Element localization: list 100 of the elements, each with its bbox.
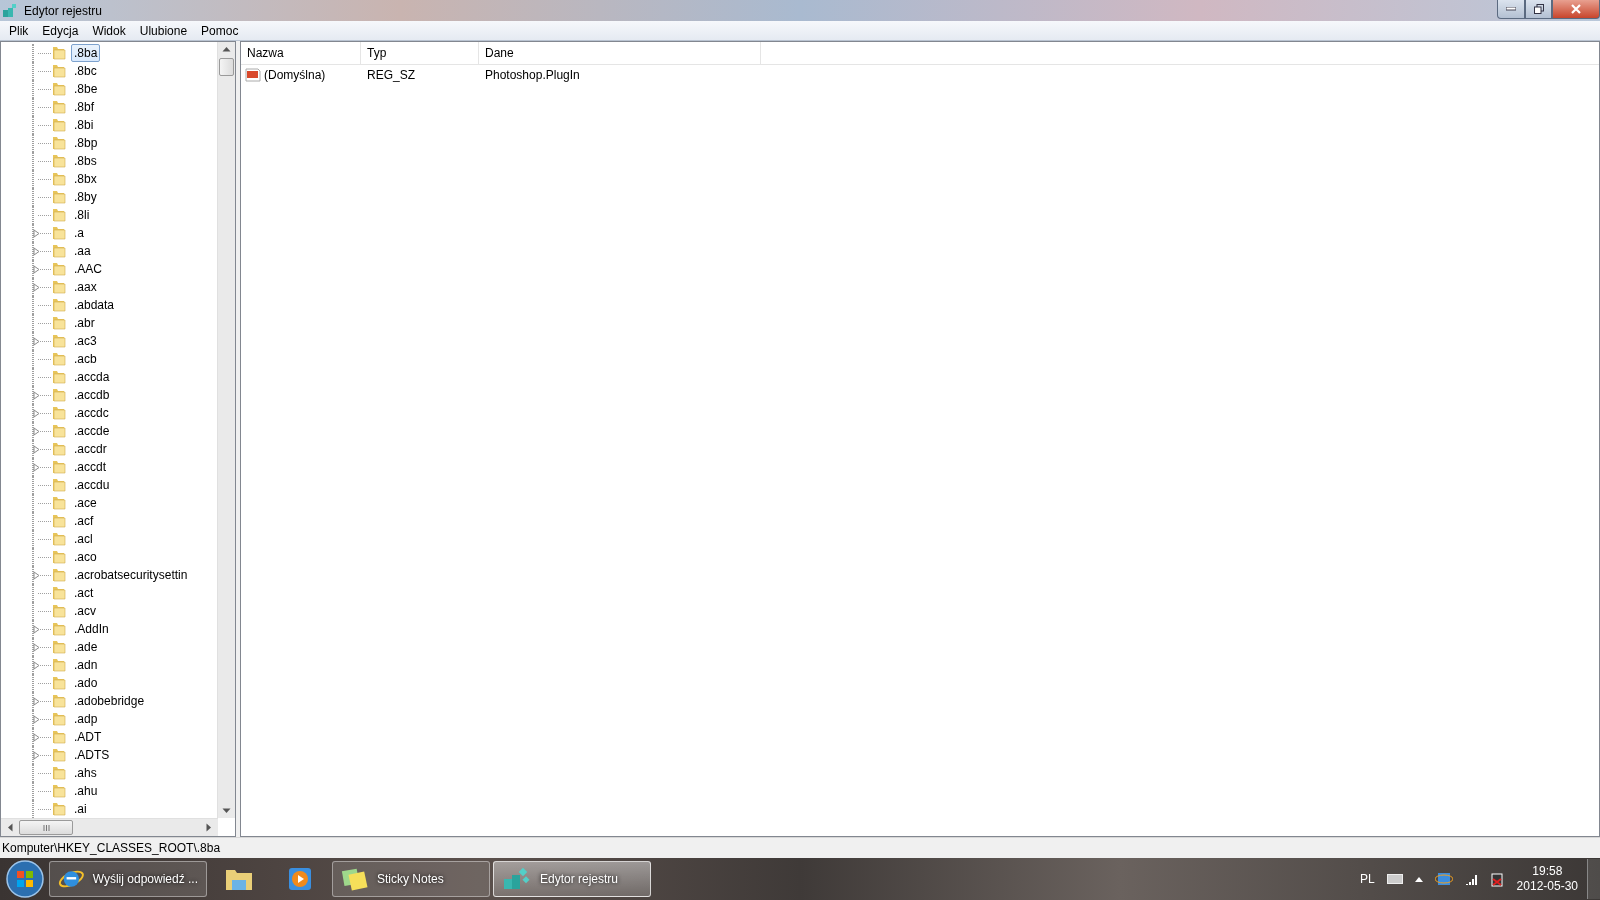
folder-icon xyxy=(51,171,67,187)
keyboard-icon[interactable] xyxy=(1386,874,1403,884)
folder-icon xyxy=(51,153,67,169)
up-arrow-icon[interactable] xyxy=(1414,876,1423,882)
expand-icon[interactable] xyxy=(33,426,40,436)
scroll-thumb[interactable] xyxy=(19,820,73,835)
tree-item[interactable]: .ADT xyxy=(71,728,105,746)
tree-item[interactable]: .accda xyxy=(71,368,113,386)
tree-item[interactable]: .abdata xyxy=(71,296,118,314)
tree-item[interactable]: .8bc xyxy=(71,62,100,80)
menu-item[interactable]: Edycja xyxy=(35,23,86,38)
tree-item[interactable]: .8ba xyxy=(71,44,101,62)
expand-icon[interactable] xyxy=(33,624,40,634)
taskbar-button[interactable]: Sticky Notes xyxy=(332,861,490,897)
expand-icon[interactable] xyxy=(33,408,40,418)
expand-icon[interactable] xyxy=(33,660,40,670)
column-header[interactable]: Dane xyxy=(479,42,761,64)
tree-item[interactable]: .aa xyxy=(71,242,94,260)
tree-item[interactable]: .8li xyxy=(71,206,93,224)
tree-item[interactable]: .ahu xyxy=(71,782,101,800)
tree-item[interactable]: .ado xyxy=(71,674,101,692)
tree-item[interactable]: .8bi xyxy=(71,116,97,134)
folder-icon xyxy=(51,549,67,565)
expand-icon[interactable] xyxy=(33,642,40,652)
expand-icon[interactable] xyxy=(33,246,40,256)
tree-item[interactable]: .ADTS xyxy=(71,746,113,764)
menu-item[interactable]: Ulubione xyxy=(132,23,195,38)
folder-icon xyxy=(51,585,67,601)
tree-item[interactable]: .8bp xyxy=(71,134,101,152)
expand-icon[interactable] xyxy=(33,228,40,238)
tree-item[interactable]: .8be xyxy=(71,80,101,98)
battery-icon[interactable] xyxy=(1490,871,1505,887)
play-icon[interactable] xyxy=(288,867,312,891)
scroll-right-icon[interactable] xyxy=(206,823,212,832)
clock[interactable]: 19:58 2012-05-30 xyxy=(1516,864,1578,894)
folder-icon xyxy=(51,693,67,709)
tree-item[interactable]: .ai xyxy=(71,800,90,818)
grip-icon xyxy=(42,824,50,831)
expand-icon[interactable] xyxy=(33,750,40,760)
close-button[interactable] xyxy=(1552,0,1600,19)
tree-item[interactable]: .accdc xyxy=(71,404,112,422)
tree-item[interactable]: .8by xyxy=(71,188,100,206)
column-header[interactable]: Nazwa xyxy=(241,42,361,64)
tree-item[interactable]: .adp xyxy=(71,710,101,728)
menu-item[interactable]: Pomoc xyxy=(194,23,246,38)
minimize-button[interactable] xyxy=(1497,0,1525,19)
language-indicator[interactable]: PL xyxy=(1359,872,1375,886)
tree-item[interactable]: .accdt xyxy=(71,458,109,476)
scroll-thumb[interactable] xyxy=(219,58,234,76)
tree-item[interactable]: .acrobatsecuritysettin xyxy=(71,566,191,584)
tree-item[interactable]: .a xyxy=(71,224,87,242)
tree-item[interactable]: .acb xyxy=(71,350,100,368)
tree-item[interactable]: .acl xyxy=(71,530,96,548)
expand-icon[interactable] xyxy=(33,282,40,292)
expand-icon[interactable] xyxy=(33,732,40,742)
column-header[interactable]: Typ xyxy=(361,42,479,64)
signal-icon[interactable] xyxy=(1464,873,1479,885)
tree-item[interactable]: .8bs xyxy=(71,152,100,170)
start-button[interactable] xyxy=(4,859,46,899)
tree-item[interactable]: .adn xyxy=(71,656,101,674)
tree-item[interactable]: .8bx xyxy=(71,170,100,188)
show-desktop-button[interactable] xyxy=(1587,859,1600,899)
tree-item[interactable]: .aco xyxy=(71,548,100,566)
tree-item[interactable]: .AAC xyxy=(71,260,105,278)
tree-item[interactable]: .accde xyxy=(71,422,113,440)
taskbar-button[interactable]: Wyślij odpowiedź ... xyxy=(49,861,207,897)
folder-icon xyxy=(51,657,67,673)
tree-item[interactable]: .8bf xyxy=(71,98,97,116)
horizontal-scrollbar[interactable] xyxy=(1,818,218,836)
tree-item[interactable]: .ahs xyxy=(71,764,100,782)
tree-item[interactable]: .acv xyxy=(71,602,99,620)
tree-item[interactable]: .accdb xyxy=(71,386,113,404)
tree-item[interactable]: .adobebridge xyxy=(71,692,148,710)
tree-item[interactable]: .AddIn xyxy=(71,620,112,638)
menu-item[interactable]: Widok xyxy=(85,23,133,38)
tree-item[interactable]: .accdr xyxy=(71,440,110,458)
scroll-left-icon[interactable] xyxy=(7,823,13,832)
expand-icon[interactable] xyxy=(33,696,40,706)
tree-item[interactable]: .acf xyxy=(71,512,97,530)
taskbar-button[interactable]: Edytor rejestru xyxy=(493,861,651,897)
tree-item[interactable]: .ac3 xyxy=(71,332,100,350)
expand-icon[interactable] xyxy=(33,462,40,472)
expand-icon[interactable] xyxy=(33,570,40,580)
folder-icon xyxy=(51,351,67,367)
tree-item[interactable]: .abr xyxy=(71,314,98,332)
expand-icon[interactable] xyxy=(33,264,40,274)
expand-icon[interactable] xyxy=(33,714,40,724)
tree-item[interactable]: .accdu xyxy=(71,476,113,494)
restore-button[interactable] xyxy=(1525,0,1552,19)
tree-item[interactable]: .act xyxy=(71,584,97,602)
scroll-up-icon[interactable] xyxy=(222,46,231,52)
expand-icon[interactable] xyxy=(33,390,40,400)
scroll-down-icon[interactable] xyxy=(222,808,231,814)
tree-item[interactable]: .aax xyxy=(71,278,100,296)
menu-item[interactable]: Plik xyxy=(2,23,36,38)
vertical-scrollbar[interactable] xyxy=(217,42,235,818)
tree-item[interactable]: .ade xyxy=(71,638,101,656)
expand-icon[interactable] xyxy=(33,444,40,454)
expand-icon[interactable] xyxy=(33,336,40,346)
tree-item[interactable]: .ace xyxy=(71,494,100,512)
